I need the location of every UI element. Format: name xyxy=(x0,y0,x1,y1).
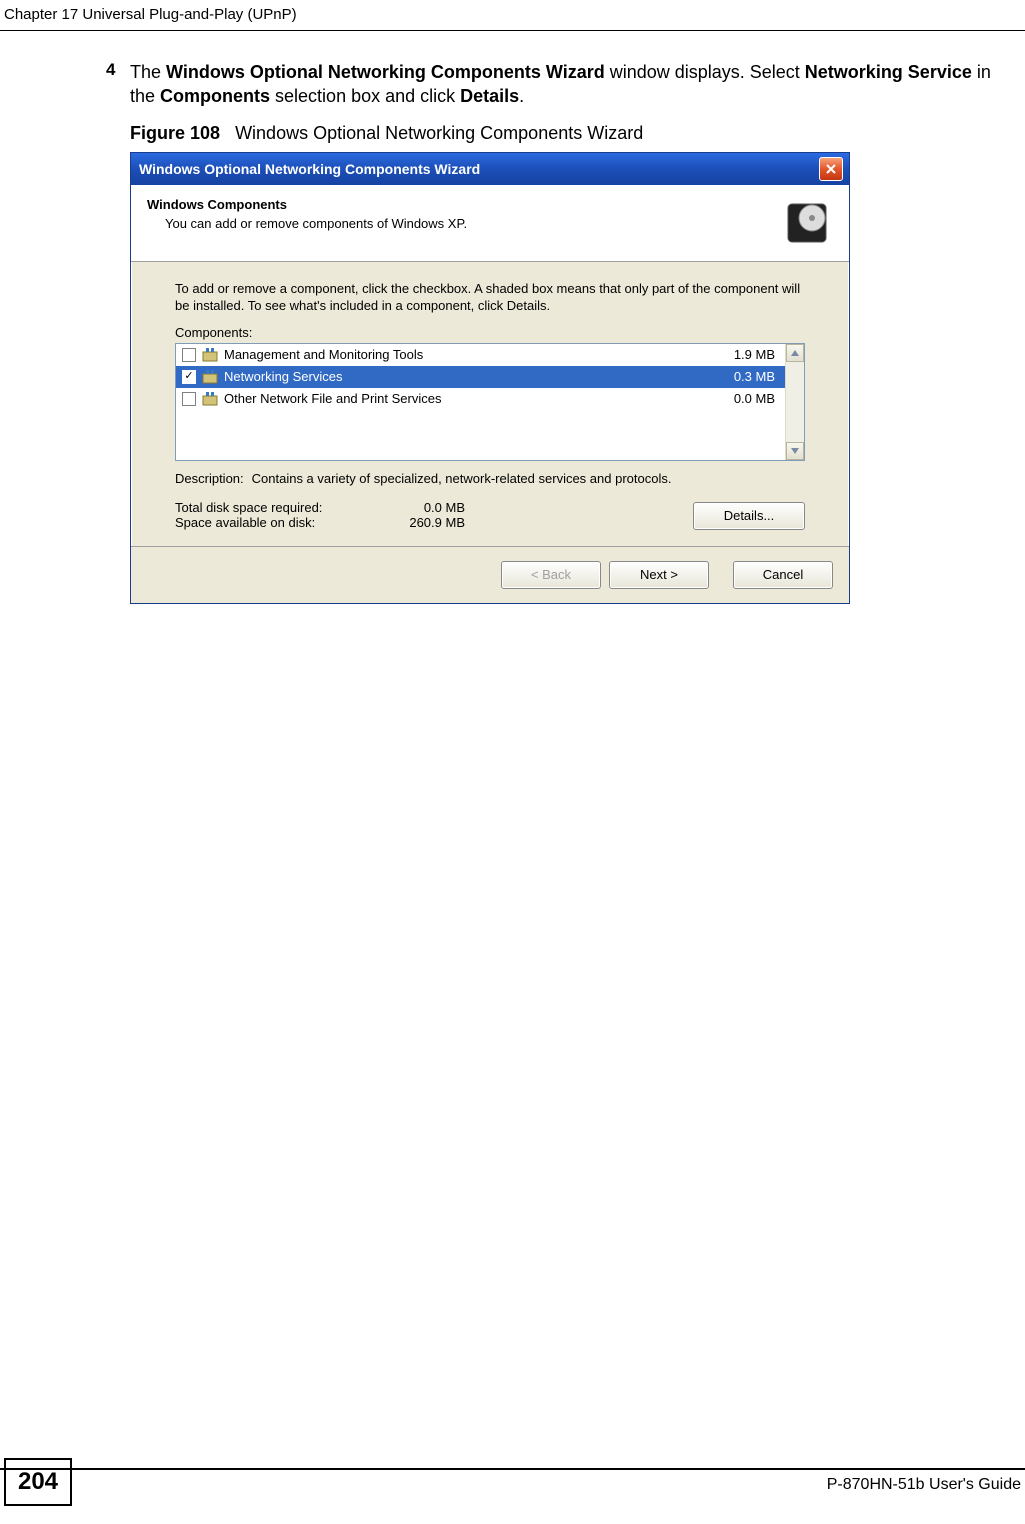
details-button[interactable]: Details... xyxy=(693,502,805,530)
space-required-value: 0.0 MB xyxy=(375,500,465,515)
close-button[interactable] xyxy=(819,157,843,181)
space-required-label: Total disk space required: xyxy=(175,500,375,515)
component-icon xyxy=(202,391,218,407)
component-row[interactable]: Management and Monitoring Tools 1.9 MB xyxy=(176,344,785,366)
scrollbar[interactable] xyxy=(785,344,804,460)
component-name: Other Network File and Print Services xyxy=(224,391,728,406)
scroll-down-button[interactable] xyxy=(786,442,804,460)
cd-box-icon xyxy=(781,197,833,249)
description-label: Description: xyxy=(175,471,244,486)
component-size: 0.0 MB xyxy=(734,391,779,406)
titlebar[interactable]: Windows Optional Networking Components W… xyxy=(131,153,849,185)
footer-guide: P-870HN-51b User's Guide xyxy=(827,1476,1021,1494)
component-icon xyxy=(202,347,218,363)
close-icon xyxy=(825,163,837,175)
component-icon xyxy=(202,369,218,385)
wizard-head-title: Windows Components xyxy=(147,197,765,212)
t: window displays. Select xyxy=(605,62,805,82)
t: The xyxy=(130,62,166,82)
next-button[interactable]: Next > xyxy=(609,561,709,589)
t: Details xyxy=(460,86,519,106)
component-checkbox[interactable] xyxy=(182,370,196,384)
description-text: Contains a variety of specialized, netwo… xyxy=(252,471,805,486)
component-row[interactable]: Networking Services 0.3 MB xyxy=(176,366,785,388)
t: . xyxy=(519,86,524,106)
page-number: 204 xyxy=(4,1458,72,1506)
t: selection box and click xyxy=(270,86,460,106)
t: Windows Optional Networking Components W… xyxy=(166,62,605,82)
component-size: 1.9 MB xyxy=(734,347,779,362)
figure-title: Windows Optional Networking Components W… xyxy=(235,123,643,143)
figure-caption: Figure 108 Windows Optional Networking C… xyxy=(130,123,1000,144)
component-checkbox[interactable] xyxy=(182,348,196,362)
chapter-header: Chapter 17 Universal Plug-and-Play (UPnP… xyxy=(4,6,297,23)
space-available-value: 260.9 MB xyxy=(375,515,465,530)
wizard-head-subtitle: You can add or remove components of Wind… xyxy=(165,216,765,231)
step-number: 4 xyxy=(106,60,115,80)
scroll-up-button[interactable] xyxy=(786,344,804,362)
header-rule xyxy=(0,30,1025,31)
component-name: Networking Services xyxy=(224,369,728,384)
space-available-label: Space available on disk: xyxy=(175,515,375,530)
step-text: The Windows Optional Networking Componen… xyxy=(130,60,1000,109)
wizard-header: Windows Components You can add or remove… xyxy=(131,185,849,262)
component-size: 0.3 MB xyxy=(734,369,779,384)
component-row[interactable]: Other Network File and Print Services 0.0… xyxy=(176,388,785,410)
component-checkbox[interactable] xyxy=(182,392,196,406)
t: Components xyxy=(160,86,270,106)
component-name: Management and Monitoring Tools xyxy=(224,347,728,362)
footer-rule xyxy=(0,1468,1025,1470)
t: Networking Service xyxy=(805,62,972,82)
wizard-window: Windows Optional Networking Components W… xyxy=(130,152,850,604)
components-label: Components: xyxy=(175,325,805,340)
components-listbox[interactable]: Management and Monitoring Tools 1.9 MB Net… xyxy=(175,343,805,461)
window-title: Windows Optional Networking Components W… xyxy=(137,161,819,177)
wizard-instruction: To add or remove a component, click the … xyxy=(175,280,805,315)
back-button[interactable]: < Back xyxy=(501,561,601,589)
cancel-button[interactable]: Cancel xyxy=(733,561,833,589)
figure-label: Figure 108 xyxy=(130,123,220,143)
